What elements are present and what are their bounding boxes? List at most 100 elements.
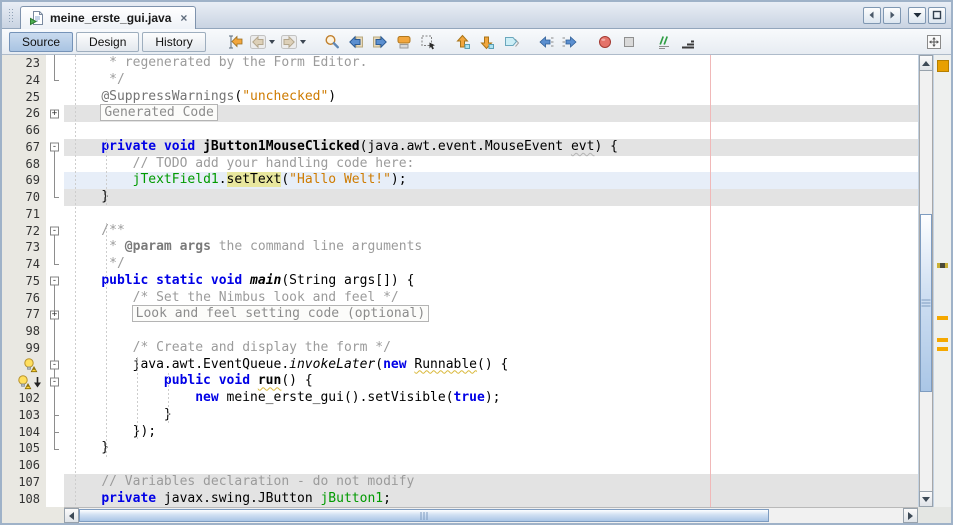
line-number: 104 — [2, 424, 46, 441]
tab-title: meine_erste_gui.java — [50, 11, 171, 25]
fold-indicator — [46, 440, 64, 457]
line-number: 69 — [2, 172, 46, 189]
code-text[interactable]: public void run() { — [64, 373, 918, 390]
code-line: 106 — [2, 457, 918, 474]
fold-indicator[interactable]: + — [46, 105, 64, 122]
previous-bookmark-button[interactable] — [452, 32, 474, 52]
line-number: 23 — [2, 55, 46, 72]
code-text[interactable]: } — [64, 407, 918, 424]
code-text[interactable]: java.awt.EventQueue.invokeLater(new Runn… — [64, 357, 918, 374]
code-text[interactable] — [64, 323, 918, 340]
splitter-button[interactable] — [923, 32, 945, 52]
maximize-window-button[interactable] — [928, 7, 946, 24]
scroll-tabs-left-button[interactable] — [863, 7, 881, 24]
forward-icon — [280, 33, 298, 51]
fold-indicator — [46, 172, 64, 189]
code-line: - public void run() { — [2, 373, 918, 390]
code-line: 103 } — [2, 407, 918, 424]
view-source-button[interactable]: Source — [9, 32, 73, 52]
down-arrow-icon — [922, 497, 930, 502]
uncomment-button[interactable] — [677, 32, 699, 52]
find-next-button[interactable] — [369, 32, 391, 52]
code-line: 71 — [2, 206, 918, 223]
code-text[interactable]: }); — [64, 424, 918, 441]
jump-last-edit-button[interactable] — [224, 32, 246, 52]
code-text[interactable]: public static void main(String args[]) { — [64, 273, 918, 290]
code-line: 67- private void jButton1MouseClicked(ja… — [2, 139, 918, 156]
find-previous-button[interactable] — [345, 32, 367, 52]
code-text[interactable]: * regenerated by the Form Editor. — [64, 55, 918, 72]
error-stripe-warning-mark[interactable] — [937, 338, 948, 342]
fold-indicator[interactable]: - — [46, 273, 64, 290]
warning-status-badge[interactable] — [937, 60, 949, 72]
tab-drag-grip[interactable] — [8, 8, 14, 24]
toggle-highlight-button[interactable] — [393, 32, 415, 52]
code-text[interactable]: /** — [64, 223, 918, 240]
scroll-right-button[interactable] — [903, 508, 918, 523]
scroll-up-button[interactable] — [919, 55, 933, 71]
code-text[interactable]: Generated Code — [64, 105, 918, 122]
code-line: 24 */ — [2, 72, 918, 89]
error-stripe-bookmark-mark[interactable] — [937, 263, 948, 268]
back-button[interactable] — [248, 32, 277, 52]
tab-dropdown-icon — [912, 10, 923, 20]
view-history-button[interactable]: History — [142, 32, 205, 52]
record-macro-button[interactable] — [594, 32, 616, 52]
code-text[interactable]: private javax.swing.JButton jButton1; — [64, 491, 918, 508]
code-text[interactable]: // Variables declaration - do not modify — [64, 474, 918, 491]
file-tab[interactable]: meine_erste_gui.java × — [20, 6, 196, 29]
toggle-bookmark-icon — [502, 33, 520, 51]
shift-left-button[interactable] — [535, 32, 557, 52]
scroll-left-button[interactable] — [64, 508, 79, 523]
scroll-down-button[interactable] — [919, 491, 933, 507]
code-text[interactable] — [64, 122, 918, 139]
up-arrow-icon — [922, 61, 930, 66]
code-line: 69 jTextField1.setText("Hallo Welt!"); — [2, 172, 918, 189]
code-view[interactable]: 23 * regenerated by the Form Editor.24 *… — [2, 55, 918, 507]
line-number — [2, 373, 46, 390]
tab-close-icon[interactable]: × — [180, 11, 187, 25]
code-text[interactable]: */ — [64, 256, 918, 273]
toggle-bookmark-button[interactable] — [500, 32, 522, 52]
fold-indicator[interactable]: - — [46, 357, 64, 374]
code-text[interactable] — [64, 457, 918, 474]
error-stripe-warning-mark[interactable] — [937, 347, 948, 351]
code-text[interactable]: jTextField1.setText("Hallo Welt!"); — [64, 172, 918, 189]
horizontal-scrollbar[interactable] — [64, 507, 918, 523]
code-text[interactable]: } — [64, 440, 918, 457]
code-text[interactable]: */ — [64, 72, 918, 89]
code-text[interactable]: new meine_erste_gui().setVisible(true); — [64, 390, 918, 407]
code-text[interactable]: /* Create and display the form */ — [64, 340, 918, 357]
code-text[interactable] — [64, 206, 918, 223]
fold-indicator[interactable]: + — [46, 306, 64, 323]
find-selection-button[interactable] — [321, 32, 343, 52]
uncomment-icon — [679, 33, 697, 51]
collapsed-fold-placeholder[interactable]: Generated Code — [101, 105, 217, 120]
code-text[interactable]: * @param args the command line arguments — [64, 239, 918, 256]
shift-right-button[interactable] — [559, 32, 581, 52]
code-text[interactable]: Look and feel setting code (optional) — [64, 306, 918, 323]
stop-macro-button[interactable] — [618, 32, 640, 52]
shift-right-icon — [561, 33, 579, 51]
fold-indicator[interactable]: - — [46, 373, 64, 390]
forward-button[interactable] — [279, 32, 308, 52]
vertical-scrollbar[interactable] — [918, 55, 933, 507]
tab-list-dropdown-button[interactable] — [908, 7, 926, 24]
code-text[interactable]: private void jButton1MouseClicked(java.a… — [64, 139, 918, 156]
comment-button[interactable] — [653, 32, 675, 52]
fold-indicator[interactable]: - — [46, 139, 64, 156]
horizontal-scrollbar-thumb[interactable] — [79, 509, 769, 522]
code-text[interactable]: } — [64, 189, 918, 206]
next-bookmark-button[interactable] — [476, 32, 498, 52]
error-stripe-warning-mark[interactable] — [937, 316, 948, 320]
vertical-scrollbar-thumb[interactable] — [920, 214, 932, 392]
code-text[interactable]: @SuppressWarnings("unchecked") — [64, 89, 918, 106]
view-design-button[interactable]: Design — [76, 32, 139, 52]
collapsed-fold-placeholder[interactable]: Look and feel setting code (optional) — [133, 306, 429, 321]
scroll-tabs-right-button[interactable] — [883, 7, 901, 24]
rectangular-selection-button[interactable] — [417, 32, 439, 52]
dropdown-caret-icon — [269, 40, 275, 44]
fold-indicator[interactable]: - — [46, 223, 64, 240]
code-text[interactable]: /* Set the Nimbus look and feel */ — [64, 290, 918, 307]
code-text[interactable]: // TODO add your handling code here: — [64, 156, 918, 173]
